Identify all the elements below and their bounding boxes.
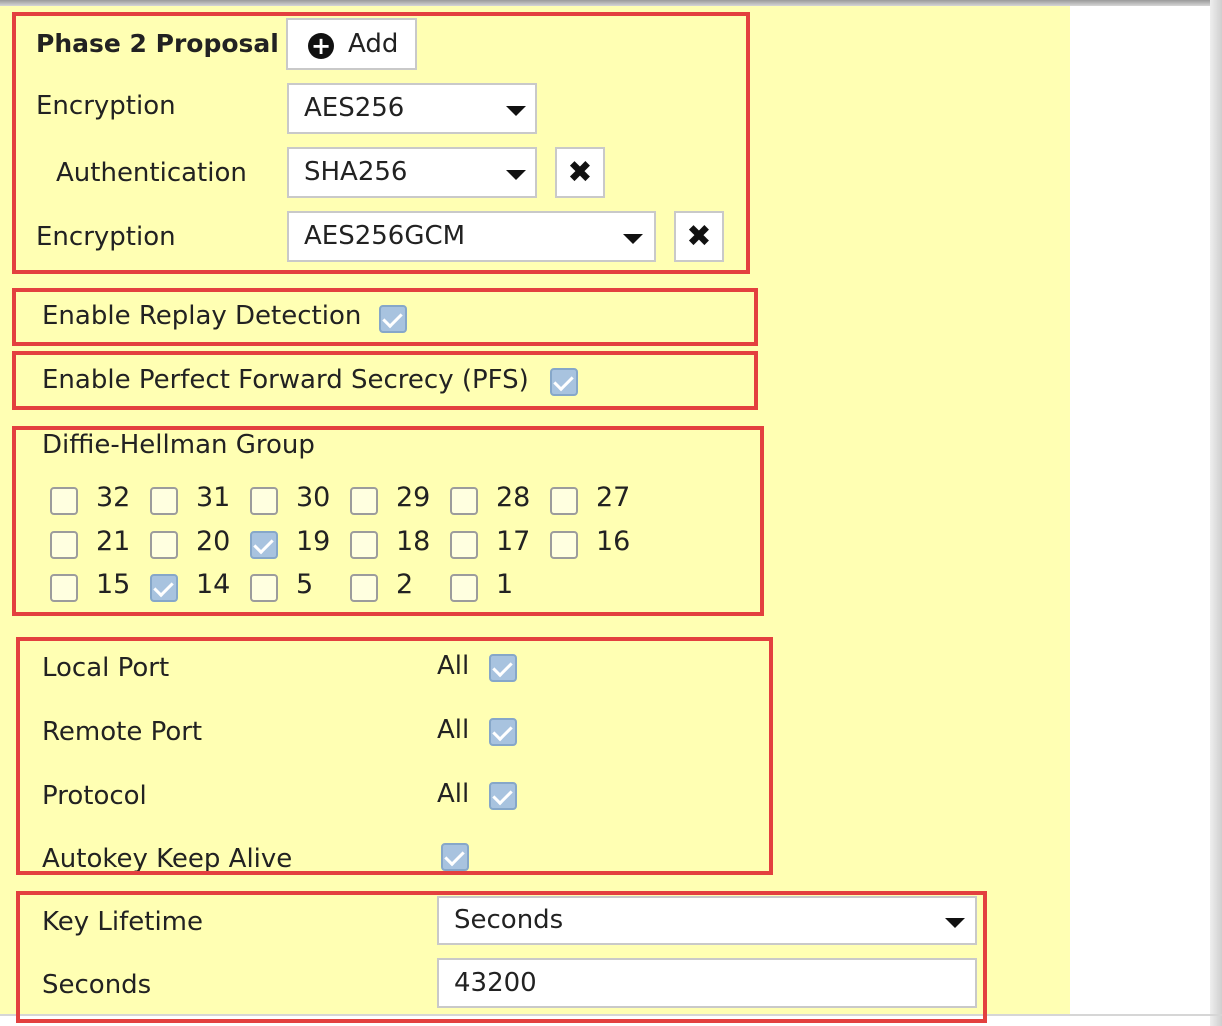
dh-group-checkbox[interactable] xyxy=(150,531,178,559)
encryption-2-select[interactable]: AES256GCM xyxy=(287,211,656,262)
checkmark-icon xyxy=(492,720,513,742)
close-icon: ✖ xyxy=(567,154,593,190)
replay-detection-label: Enable Replay Detection xyxy=(42,301,362,331)
dh-group-checkbox[interactable] xyxy=(450,487,478,515)
remove-proposal-1-button[interactable]: ✖ xyxy=(555,147,605,198)
replay-detection-checkbox[interactable] xyxy=(379,305,407,333)
dh-group-checkbox[interactable] xyxy=(50,531,78,559)
pfs-checkbox[interactable] xyxy=(550,368,578,396)
remove-proposal-2-button[interactable]: ✖ xyxy=(674,211,724,262)
checkmark-icon xyxy=(382,307,403,329)
autokey-keep-alive-label: Autokey Keep Alive xyxy=(42,844,293,871)
dh-group-number: 19 xyxy=(296,526,331,557)
local-port-label: Local Port xyxy=(42,653,170,683)
remote-port-label: Remote Port xyxy=(42,717,203,747)
dh-group-number: 5 xyxy=(296,569,314,600)
dh-group-checkbox[interactable] xyxy=(550,487,578,515)
encryption-2-select-value: AES256GCM xyxy=(304,221,466,251)
checkmark-icon xyxy=(492,784,513,806)
checkmark-icon xyxy=(553,370,574,392)
dh-group-number: 20 xyxy=(196,526,231,557)
dh-group-number: 15 xyxy=(96,569,131,600)
dh-group-number: 21 xyxy=(96,526,131,557)
dh-group-checkbox[interactable] xyxy=(350,574,378,602)
autokey-keep-alive-checkbox[interactable] xyxy=(441,843,469,871)
dh-group-number: 16 xyxy=(596,526,631,557)
dh-group-number: 31 xyxy=(196,482,231,513)
add-button-label: Add xyxy=(348,29,399,59)
dh-group-number: 17 xyxy=(496,526,531,557)
dh-group-checkbox[interactable] xyxy=(50,574,78,602)
dh-group-checkbox[interactable] xyxy=(550,531,578,559)
phase2-proposal-title: Phase 2 Proposal xyxy=(36,29,279,58)
seconds-input[interactable]: 43200 xyxy=(437,958,977,1008)
pfs-label: Enable Perfect Forward Secrecy (PFS) xyxy=(42,365,529,395)
key-lifetime-select[interactable]: Seconds xyxy=(437,896,977,945)
chevron-down-icon xyxy=(623,234,643,244)
dh-group-checkbox[interactable] xyxy=(450,574,478,602)
protocol-all-checkbox[interactable] xyxy=(489,782,517,810)
protocol-all-label: All xyxy=(437,779,470,809)
remote-port-all-checkbox[interactable] xyxy=(489,718,517,746)
seconds-label: Seconds xyxy=(42,970,152,1000)
plus-circle-icon: + xyxy=(308,33,334,59)
scrollbar-track[interactable] xyxy=(1210,0,1222,1026)
chevron-down-icon xyxy=(945,918,965,928)
key-lifetime-select-value: Seconds xyxy=(454,905,564,935)
dh-group-checkbox[interactable] xyxy=(250,531,278,559)
encryption-select[interactable]: AES256 xyxy=(287,83,537,134)
add-proposal-button[interactable]: + Add xyxy=(286,18,417,70)
dh-group-number: 1 xyxy=(496,569,514,600)
checkmark-icon xyxy=(153,576,174,598)
dh-group-checkbox[interactable] xyxy=(50,487,78,515)
dh-group-checkbox[interactable] xyxy=(150,574,178,602)
chevron-down-icon xyxy=(506,106,526,116)
authentication-label: Authentication xyxy=(56,158,247,188)
dh-group-checkbox[interactable] xyxy=(450,531,478,559)
dh-group-number: 18 xyxy=(396,526,431,557)
dh-group-number: 2 xyxy=(396,569,414,600)
dh-group-checkbox[interactable] xyxy=(350,531,378,559)
encryption-2-label: Encryption xyxy=(36,222,176,252)
dh-group-number: 32 xyxy=(96,482,131,513)
dh-group-title: Diffie-Hellman Group xyxy=(42,430,315,460)
dh-group-checkbox[interactable] xyxy=(250,487,278,515)
checkmark-icon xyxy=(444,845,465,867)
local-port-all-checkbox[interactable] xyxy=(489,654,517,682)
chevron-down-icon xyxy=(506,170,526,180)
dh-group-number: 27 xyxy=(596,482,631,513)
dh-group-number: 30 xyxy=(296,482,331,513)
authentication-select-value: SHA256 xyxy=(304,157,408,187)
authentication-select[interactable]: SHA256 xyxy=(287,147,537,198)
dh-group-checkbox[interactable] xyxy=(350,487,378,515)
protocol-label: Protocol xyxy=(42,781,147,811)
dh-group-number: 14 xyxy=(196,569,231,600)
dh-group-checkbox[interactable] xyxy=(150,487,178,515)
close-icon: ✖ xyxy=(686,218,712,254)
dh-group-checkbox[interactable] xyxy=(250,574,278,602)
encryption-label: Encryption xyxy=(36,91,176,121)
seconds-input-value: 43200 xyxy=(454,968,537,998)
dh-group-number: 28 xyxy=(496,482,531,513)
dh-group-number: 29 xyxy=(396,482,431,513)
key-lifetime-label: Key Lifetime xyxy=(42,907,204,937)
encryption-select-value: AES256 xyxy=(304,93,405,123)
remote-port-all-label: All xyxy=(437,715,470,745)
checkmark-icon xyxy=(492,656,513,678)
checkmark-icon xyxy=(253,533,274,555)
local-port-all-label: All xyxy=(437,651,470,681)
autokey-row-clip: Autokey Keep Alive xyxy=(20,836,769,871)
